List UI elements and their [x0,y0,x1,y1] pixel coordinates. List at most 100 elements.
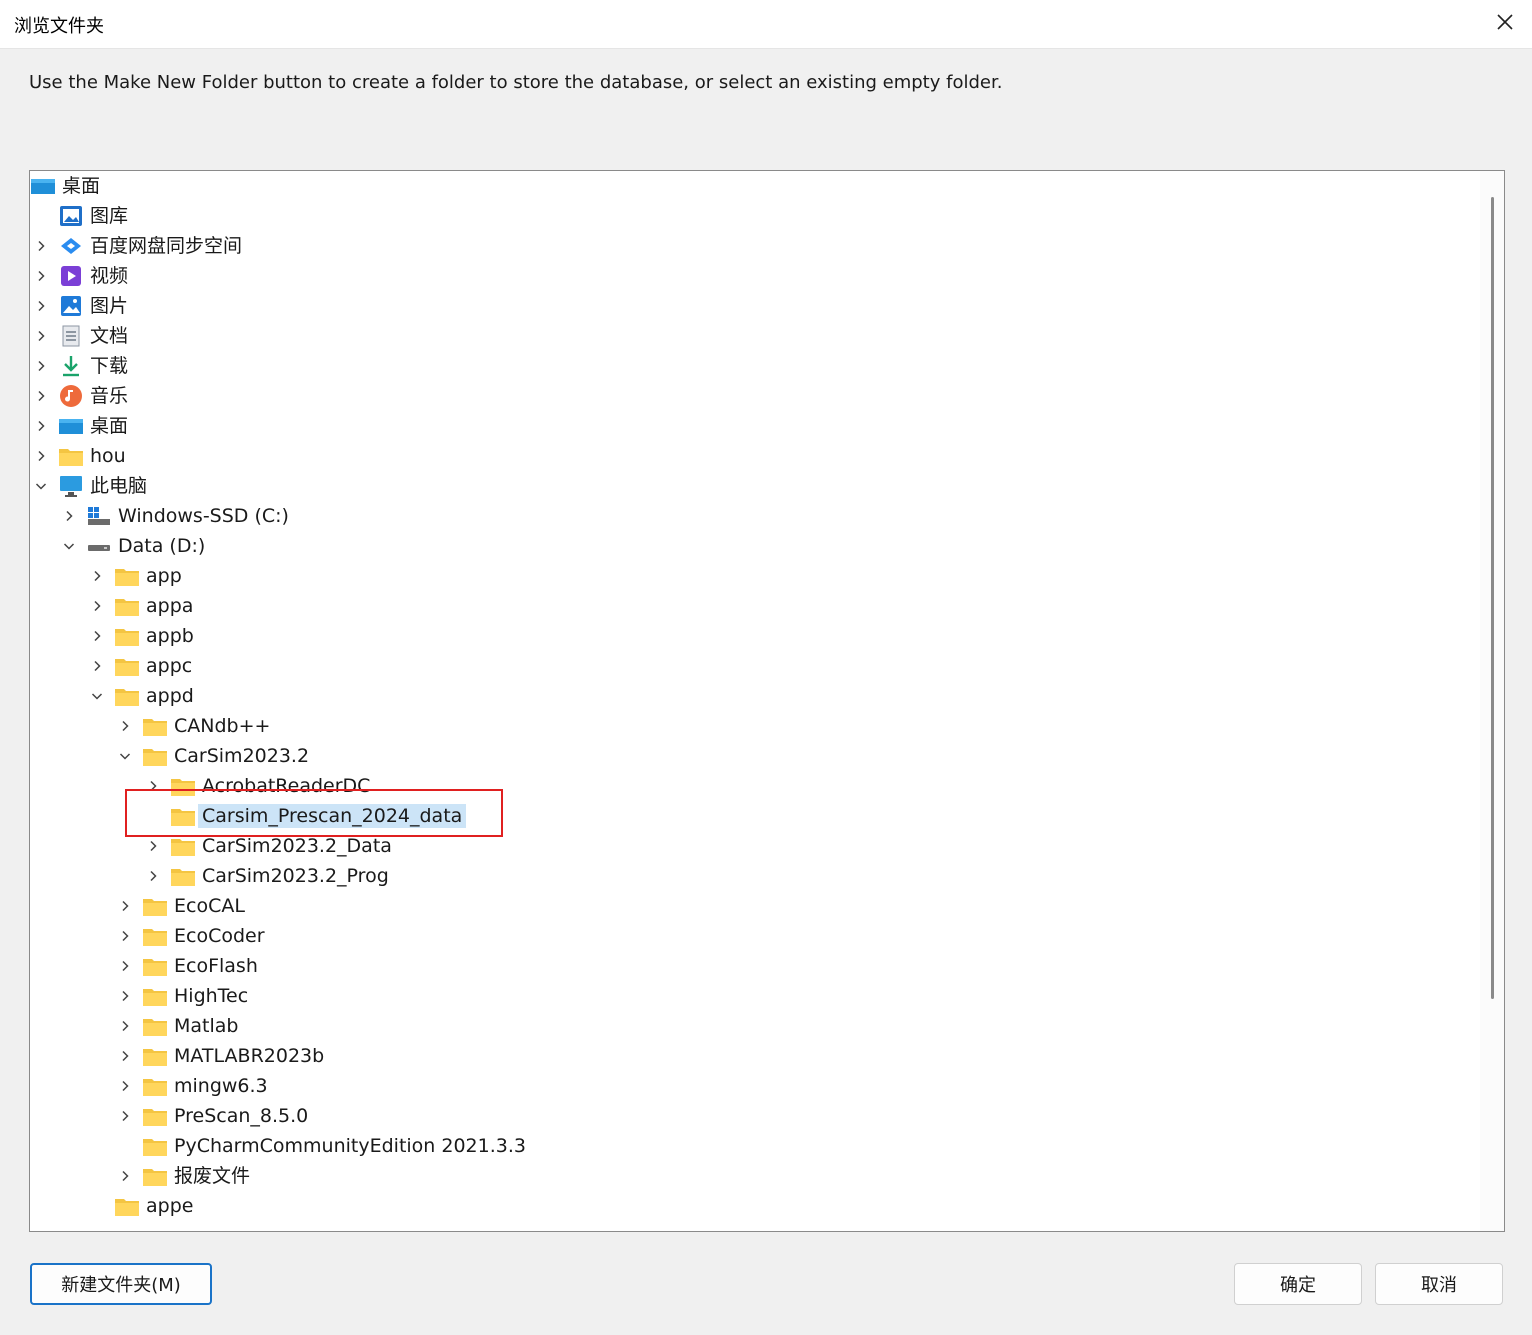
chevron-right-icon[interactable] [33,268,49,284]
tree-row[interactable]: CANdb++ [30,711,1470,741]
chevron-right-icon[interactable] [117,1018,133,1034]
tree-row[interactable]: 音乐 [30,381,1470,411]
tree-row-label: 图片 [90,295,129,317]
pictures-icon [58,294,84,318]
documents-icon [58,324,84,348]
tree-row[interactable]: Data (D:) [30,531,1470,561]
chevron-right-icon[interactable] [33,238,49,254]
ok-button[interactable]: 确定 [1234,1263,1362,1305]
tree-row[interactable]: 百度网盘同步空间 [30,231,1470,261]
tree-row-label: 报废文件 [174,1165,251,1187]
chevron-right-icon[interactable] [117,898,133,914]
tree-row[interactable]: hou [30,441,1470,471]
chevron-down-icon[interactable] [117,748,133,764]
close-button[interactable] [1478,0,1532,48]
chevron-right-icon[interactable] [117,1078,133,1094]
tree-row[interactable]: 图片 [30,291,1470,321]
chevron-right-icon[interactable] [117,1048,133,1064]
tree-row-label: CANdb++ [174,715,271,737]
tree-row[interactable]: 报废文件 [30,1161,1470,1191]
chevron-right-icon[interactable] [33,328,49,344]
tree-row[interactable]: Windows-SSD (C:) [30,501,1470,531]
tree-row-label: mingw6.3 [174,1075,268,1097]
tree-row-label: PreScan_8.5.0 [174,1105,309,1127]
tree-row-label: EcoFlash [174,955,258,977]
new-folder-button[interactable]: 新建文件夹(M) [30,1263,212,1305]
tree-row[interactable]: 视频 [30,261,1470,291]
title-bar: 浏览文件夹 [0,0,1532,49]
windows-drive-icon [86,504,112,528]
chevron-right-icon[interactable] [33,298,49,314]
chevron-right-icon[interactable] [89,658,105,674]
tree-row[interactable]: appa [30,591,1470,621]
chevron-right-icon[interactable] [33,448,49,464]
tree-row[interactable]: PyCharmCommunityEdition 2021.3.3 [30,1131,1470,1161]
tree-row[interactable]: EcoCAL [30,891,1470,921]
chevron-right-icon[interactable] [117,1108,133,1124]
tree-row[interactable]: 桌面 [30,411,1470,441]
chevron-right-icon[interactable] [89,628,105,644]
tree-row[interactable]: Matlab [30,1011,1470,1041]
folder-icon [142,1164,168,1188]
chevron-right-icon[interactable] [117,718,133,734]
tree-row[interactable]: appb [30,621,1470,651]
chevron-down-icon[interactable] [33,478,49,494]
tree-row[interactable]: 文档 [30,321,1470,351]
tree-row[interactable]: CarSim2023.2 [30,741,1470,771]
tree-row[interactable]: Carsim_Prescan_2024_data [30,801,1470,831]
chevron-right-icon[interactable] [89,568,105,584]
chevron-right-icon[interactable] [145,778,161,794]
tree-row[interactable]: 桌面 [30,171,1470,201]
tree-row[interactable]: 此电脑 [30,471,1470,501]
chevron-down-icon[interactable] [61,538,77,554]
folder-icon [142,924,168,948]
folder-icon [142,984,168,1008]
folder-icon [142,1014,168,1038]
chevron-right-icon[interactable] [117,958,133,974]
folder-icon [114,594,140,618]
chevron-right-icon[interactable] [33,418,49,434]
folder-tree[interactable]: 桌面 图库 百度网盘同步空间 视频 图片 文档 下载 音乐 桌面 hou 此电脑 Windows-SS… [29,170,1505,1232]
tree-row-label: 桌面 [62,175,101,197]
chevron-right-icon[interactable] [117,988,133,1004]
folder-icon [114,1194,140,1218]
tree-row[interactable]: appd [30,681,1470,711]
tree-row[interactable]: CarSim2023.2_Data [30,831,1470,861]
tree-row-label: 图库 [90,205,129,227]
chevron-down-icon[interactable] [89,688,105,704]
tree-row[interactable]: mingw6.3 [30,1071,1470,1101]
music-icon [58,384,84,408]
tree-row-label: appb [146,625,194,647]
tree-row[interactable]: 下载 [30,351,1470,381]
tree-row[interactable]: appe [30,1191,1470,1221]
folder-icon [142,1074,168,1098]
tree-row-label: Data (D:) [118,535,206,557]
tree-row[interactable]: HighTec [30,981,1470,1011]
cancel-button[interactable]: 取消 [1375,1263,1503,1305]
folder-icon [142,1044,168,1068]
tree-row[interactable]: MATLABR2023b [30,1041,1470,1071]
tree-row-label: CarSim2023.2 [174,745,310,767]
chevron-right-icon[interactable] [61,508,77,524]
tree-row[interactable]: app [30,561,1470,591]
tree-row[interactable]: appc [30,651,1470,681]
chevron-right-icon[interactable] [89,598,105,614]
scrollbar-thumb[interactable] [1491,197,1494,999]
tree-row-label: CarSim2023.2_Data [202,835,392,857]
chevron-right-icon[interactable] [117,928,133,944]
chevron-right-icon[interactable] [117,1168,133,1184]
chevron-right-icon[interactable] [145,868,161,884]
tree-row[interactable]: EcoCoder [30,921,1470,951]
tree-row[interactable]: 图库 [30,201,1470,231]
tree-row-label: CarSim2023.2_Prog [202,865,389,887]
tree-row[interactable]: EcoFlash [30,951,1470,981]
tree-row-label: Carsim_Prescan_2024_data [198,804,467,828]
gallery-icon [58,204,84,228]
chevron-right-icon[interactable] [33,358,49,374]
tree-row[interactable]: PreScan_8.5.0 [30,1101,1470,1131]
chevron-right-icon[interactable] [145,838,161,854]
tree-row[interactable]: AcrobatReaderDC [30,771,1470,801]
tree-row[interactable]: CarSim2023.2_Prog [30,861,1470,891]
vertical-scrollbar[interactable] [1480,171,1504,1231]
chevron-right-icon[interactable] [33,388,49,404]
